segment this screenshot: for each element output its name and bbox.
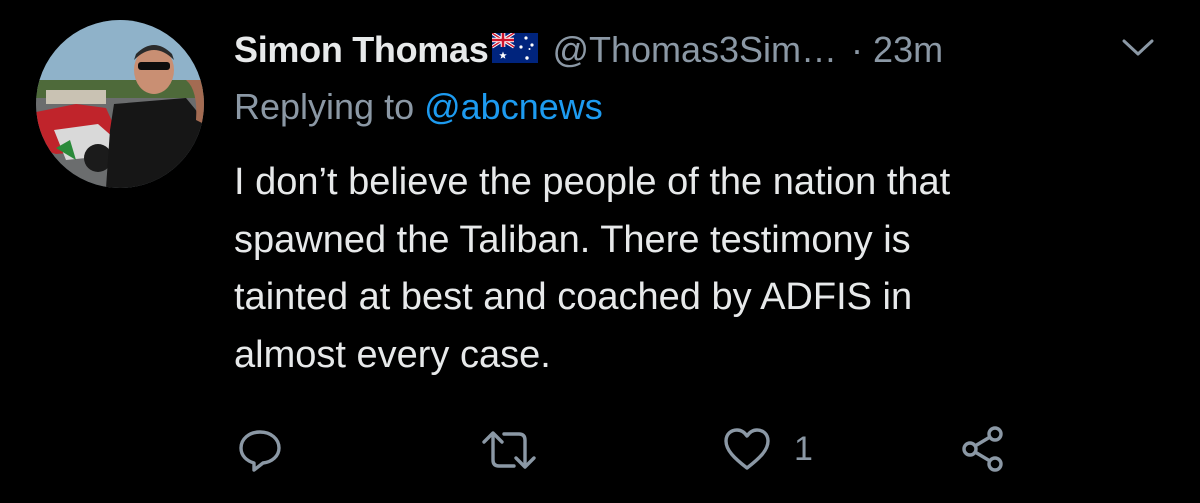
user-handle[interactable]: @Thomas3Sim… bbox=[552, 29, 837, 71]
australia-flag-icon bbox=[492, 33, 539, 63]
heart-icon bbox=[722, 426, 772, 472]
reply-mention-link[interactable]: @abcnews bbox=[424, 86, 603, 127]
separator-dot: · bbox=[851, 29, 864, 70]
action-bar: 1 bbox=[0, 418, 1200, 478]
tweet-text-line: I don’t believe the people of the nation… bbox=[234, 161, 951, 203]
tweet-text-line: tainted at best and coached by ADFIS in bbox=[234, 276, 913, 318]
like-count: 1 bbox=[794, 429, 813, 468]
replying-to-label: Replying to bbox=[234, 86, 425, 127]
retweet-button[interactable] bbox=[480, 426, 538, 474]
tweet-text: I don’t believe the people of the nation… bbox=[234, 154, 1134, 384]
replying-to: Replying to @abcnews bbox=[234, 86, 603, 128]
reply-button[interactable] bbox=[236, 426, 284, 474]
tweet-header: Simon Thomas @Thomas3Sim… · 23m bbox=[234, 24, 943, 76]
timestamp[interactable]: 23m bbox=[873, 29, 943, 71]
chevron-down-icon[interactable] bbox=[1118, 32, 1158, 62]
like-button[interactable]: 1 bbox=[722, 426, 813, 472]
tweet-text-line: almost every case. bbox=[234, 333, 551, 376]
reply-icon bbox=[236, 426, 284, 474]
tweet[interactable]: Simon Thomas @Thomas3Sim… · 23m Replying… bbox=[0, 0, 1200, 503]
share-button[interactable] bbox=[958, 424, 1008, 474]
avatar[interactable] bbox=[36, 20, 204, 188]
tweet-text-line: spawned the Taliban. There testimony is bbox=[234, 218, 911, 261]
display-name[interactable]: Simon Thomas bbox=[234, 29, 489, 71]
share-icon bbox=[958, 424, 1008, 474]
retweet-icon bbox=[480, 426, 538, 474]
